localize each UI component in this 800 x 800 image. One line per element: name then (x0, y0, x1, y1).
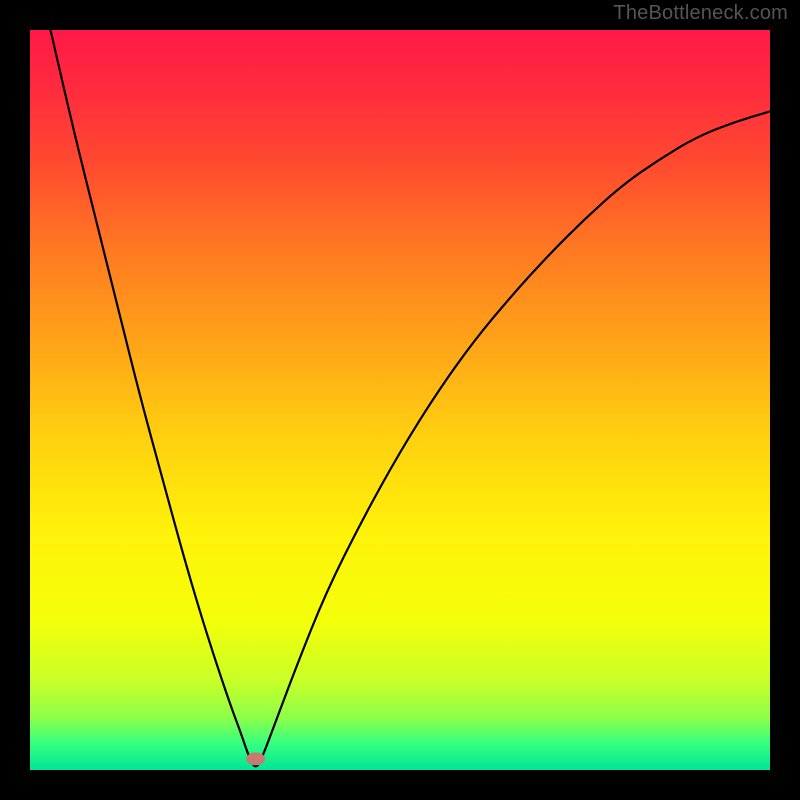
watermark-text: TheBottleneck.com (613, 2, 788, 25)
plot-area (30, 30, 770, 770)
optimum-marker (247, 753, 265, 765)
bottleneck-chart (30, 30, 770, 770)
chart-frame: TheBottleneck.com (0, 0, 800, 800)
